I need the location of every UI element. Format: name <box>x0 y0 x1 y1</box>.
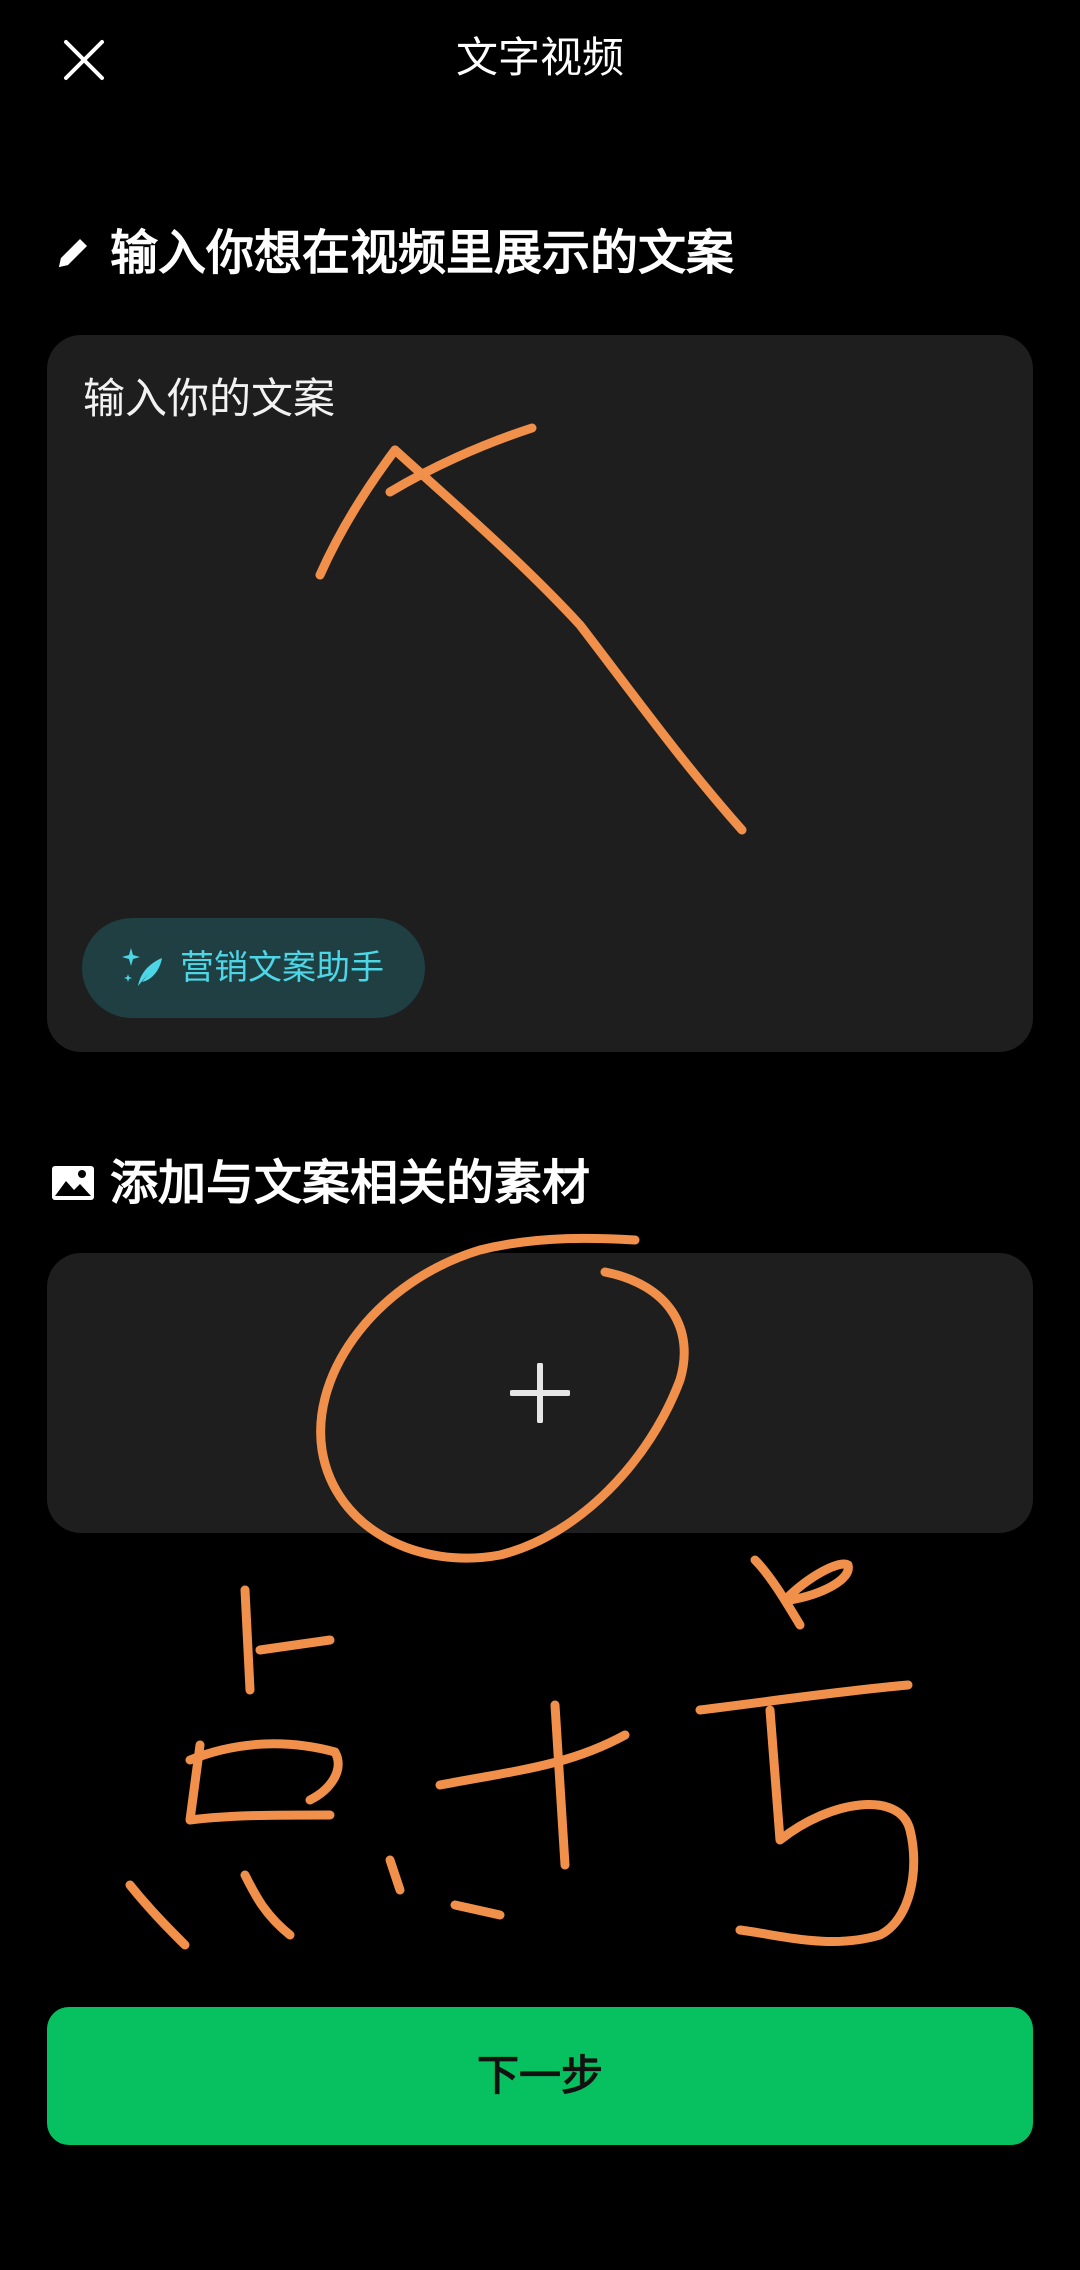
add-media-button[interactable] <box>510 1363 570 1423</box>
sparkle-quill-icon <box>118 942 170 994</box>
media-section-title: 添加与文案相关的素材 <box>110 1155 591 1211</box>
media-section-heading: 添加与文案相关的素材 <box>50 1148 590 1218</box>
page-title: 文字视频 <box>455 33 624 82</box>
top-bar: 文字视频 <box>0 0 1080 120</box>
next-step-button[interactable]: 下一步 <box>47 2007 1033 2145</box>
pencil-icon <box>50 230 96 276</box>
copy-section-heading: 输入你想在视频里展示的文案 <box>50 218 734 288</box>
next-step-label: 下一步 <box>476 2051 603 2100</box>
copy-input-card: 营销文案助手 <box>47 335 1033 1052</box>
media-upload-card[interactable] <box>47 1253 1033 1533</box>
copy-section-title: 输入你想在视频里展示的文案 <box>110 225 735 281</box>
plus-icon <box>510 1363 570 1423</box>
assistant-label: 营销文案助手 <box>180 948 384 988</box>
marketing-copy-assistant-button[interactable]: 营销文案助手 <box>82 918 425 1018</box>
copy-text-input[interactable] <box>83 369 983 889</box>
image-icon <box>50 1160 96 1206</box>
